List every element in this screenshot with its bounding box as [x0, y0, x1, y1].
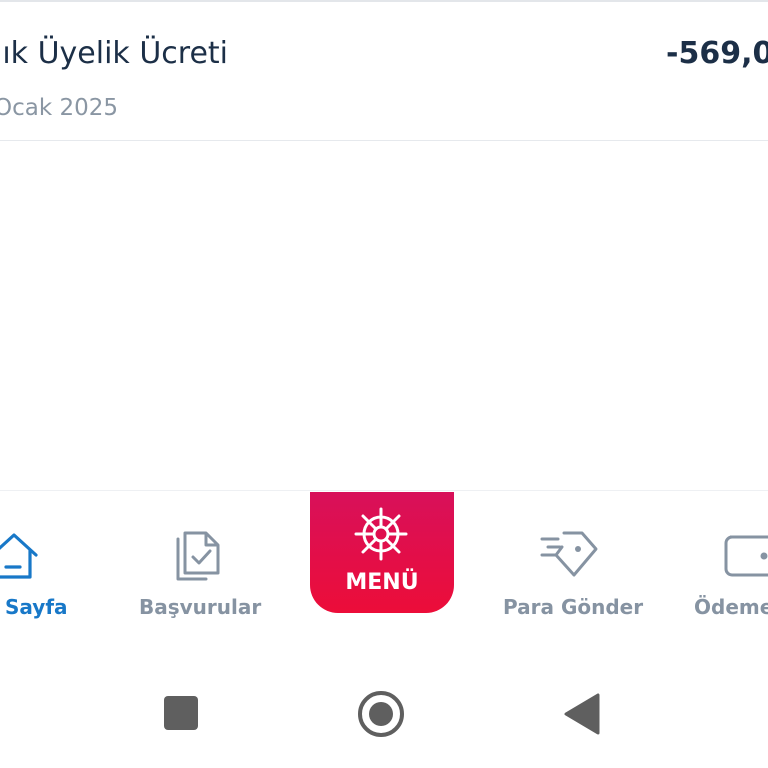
back-triangle-icon[interactable]: [562, 692, 602, 736]
system-navigation-bar: [0, 650, 768, 768]
nav-label-payments: Ödeme: [694, 595, 768, 619]
nav-item-payments[interactable]: Ödeme: [690, 491, 768, 631]
nav-item-send-money[interactable]: Para Gönder: [490, 491, 650, 631]
transaction-date: Ocak 2025: [0, 95, 119, 121]
recent-apps-icon[interactable]: [164, 696, 198, 730]
transaction-title: lık Üyelik Ücreti: [0, 36, 229, 71]
home-circle-icon[interactable]: [356, 689, 406, 739]
nav-item-applications[interactable]: Başvurular: [128, 491, 268, 631]
wallet-icon: [724, 535, 768, 577]
send-money-tag-icon: [540, 531, 598, 577]
menu-label: MENÜ: [345, 570, 419, 595]
nav-item-home[interactable]: Sayfa: [0, 491, 110, 631]
home-icon: [0, 533, 38, 579]
nav-label-applications: Başvurular: [139, 595, 262, 619]
transaction-row[interactable]: lık Üyelik Ücreti Ocak 2025 -569,00: [0, 2, 768, 141]
documents-check-icon: [176, 531, 220, 581]
ship-wheel-icon: [354, 507, 408, 561]
menu-button[interactable]: MENÜ: [310, 492, 454, 613]
nav-label-home: Sayfa: [5, 595, 68, 619]
nav-label-send-money: Para Gönder: [503, 595, 644, 619]
transaction-amount: -569,00: [666, 36, 768, 71]
